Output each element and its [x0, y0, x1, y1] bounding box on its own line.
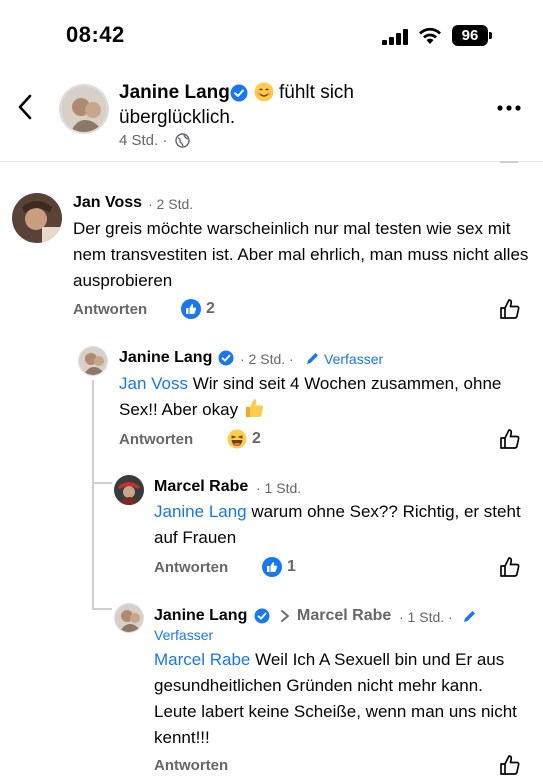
status-time: 08:42	[66, 22, 125, 47]
reaction-count[interactable]: 2	[252, 430, 261, 448]
mention-link[interactable]: Jan Voss	[119, 374, 188, 393]
reply-button[interactable]: Antworten	[154, 757, 228, 774]
verified-badge-icon	[254, 608, 270, 624]
reply-button[interactable]: Antworten	[154, 559, 228, 576]
avatar-image	[79, 347, 107, 375]
scroll-indicator	[500, 161, 518, 163]
thread-line	[92, 380, 94, 610]
feeling-text-line2: überglücklich.	[119, 107, 236, 128]
avatar-image	[115, 604, 143, 632]
commenter-avatar[interactable]	[78, 346, 108, 376]
wifi-icon	[419, 27, 441, 44]
comment-time: · 1 Std. ·	[399, 609, 453, 625]
reply-arrow-icon	[281, 610, 289, 622]
mention-link[interactable]: Janine Lang	[154, 502, 247, 521]
like-button-icon[interactable]	[499, 556, 521, 578]
verified-badge-icon	[218, 350, 234, 366]
post-timestamp: 4 Std. ·	[119, 132, 168, 149]
comment-text: Jan Voss Wir sind seit 4 Wochen zusammen…	[119, 371, 529, 423]
like-reaction-icon	[181, 299, 201, 319]
avatar-image	[61, 86, 107, 132]
avatar-image	[12, 193, 62, 243]
mention-link[interactable]: Marcel Rabe	[154, 650, 250, 669]
pencil-icon	[464, 611, 475, 622]
author-tag: Verfasser	[154, 627, 214, 643]
like-button-icon[interactable]	[499, 754, 521, 776]
thumbs-up-emoji-icon	[245, 399, 263, 417]
laughing-reaction-icon	[227, 429, 247, 449]
comment-time: · 1 Std.	[256, 480, 302, 496]
comment-author[interactable]: Janine Lang	[119, 349, 212, 367]
thread-connector	[92, 608, 112, 610]
pencil-icon	[307, 353, 318, 364]
commenter-avatar[interactable]	[114, 603, 144, 633]
reply-button[interactable]: Antworten	[73, 301, 147, 318]
comment-author[interactable]: Jan Voss	[73, 194, 142, 212]
thread-connector	[92, 482, 112, 484]
author-tag: Verfasser	[324, 351, 384, 367]
commenter-avatar[interactable]	[12, 193, 62, 243]
avatar-image	[114, 475, 144, 505]
comment-text: Janine Lang warum ohne Sex?? Richtig, er…	[154, 499, 529, 551]
globe-icon	[175, 133, 190, 148]
verified-badge-icon	[230, 84, 248, 102]
reply-target-name[interactable]: Marcel Rabe	[297, 607, 391, 625]
comment-author[interactable]: Marcel Rabe	[154, 478, 248, 496]
more-options-icon[interactable]	[496, 98, 522, 118]
comment-text: Marcel Rabe Weil Ich A Sexuell bin und E…	[154, 647, 529, 751]
comment-time: · 2 Std.	[148, 196, 194, 212]
like-reaction-icon	[262, 557, 282, 577]
status-bar: 08:42 96	[0, 0, 543, 70]
comment-author[interactable]: Janine Lang	[154, 607, 247, 625]
battery-indicator: 96	[452, 25, 488, 46]
commenter-avatar[interactable]	[114, 475, 144, 505]
battery-cap	[489, 32, 492, 39]
cellular-signal-icon	[382, 29, 408, 45]
reply-button[interactable]: Antworten	[119, 431, 193, 448]
comment-text: Der greis möchte warscheinlich nur mal t…	[73, 219, 529, 290]
comment-time: · 2 Std. ·	[240, 351, 294, 367]
like-button-icon[interactable]	[499, 428, 521, 450]
header-avatar[interactable]	[59, 84, 109, 134]
feeling-text: fühlt sich	[279, 82, 354, 103]
reaction-count[interactable]: 1	[287, 558, 296, 576]
post-header: Janine Lang fühlt sich überglücklich. 4 …	[0, 70, 543, 162]
smiling-emoji-icon	[254, 82, 274, 102]
back-arrow-icon[interactable]	[14, 92, 40, 122]
reaction-count[interactable]: 2	[206, 300, 215, 318]
like-button-icon[interactable]	[499, 298, 521, 320]
post-author-name[interactable]: Janine Lang	[119, 82, 230, 104]
